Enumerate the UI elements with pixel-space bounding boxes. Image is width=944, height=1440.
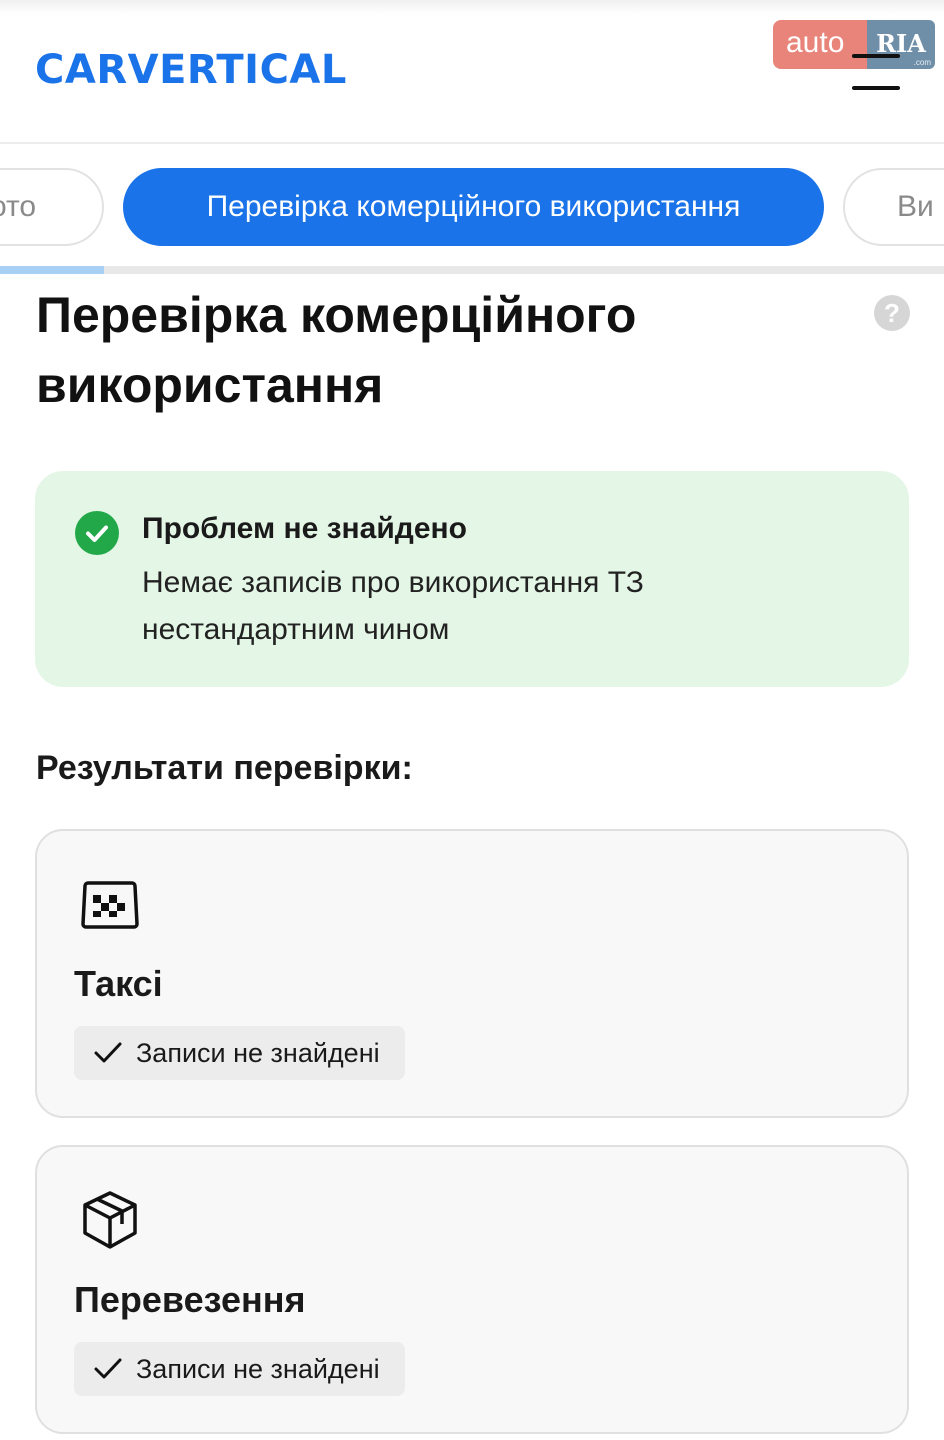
carvertical-logo[interactable]: CARVERTICAL: [35, 46, 347, 94]
result-card-taxi: Таксі Записи не знайдені: [35, 829, 909, 1118]
tabs-scroll-progress-fill: [0, 266, 104, 274]
tab-next[interactable]: Ви: [843, 168, 944, 246]
result-card-cargo: Перевезення Записи не знайдені: [35, 1145, 909, 1434]
header-shadow: [0, 0, 944, 14]
tabs-scroll-progress: [0, 266, 944, 274]
tab-commercial-use[interactable]: Перевірка комерційного використання: [123, 168, 824, 246]
check-icon: [94, 1040, 122, 1066]
check-circle-icon: [75, 511, 119, 555]
status-card: Проблем не знайдено Немає записів про ви…: [35, 471, 909, 687]
status-chip: Записи не знайдені: [74, 1026, 405, 1080]
status-description: Немає записів про використання ТЗ нестан…: [142, 566, 644, 646]
status-chip-label: Записи не знайдені: [136, 1038, 380, 1068]
section-tabs: ото Перевірка комерційного використання …: [0, 146, 944, 270]
tab-photo[interactable]: ото: [0, 168, 104, 246]
app-header: CARVERTICAL auto RIA .com: [0, 0, 944, 144]
watermark-com: .com: [913, 58, 931, 67]
tab-next-label: Ви: [897, 190, 934, 223]
hamburger-menu-icon[interactable]: [852, 54, 900, 90]
status-chip: Записи не знайдені: [74, 1342, 405, 1396]
tab-photo-label: ото: [0, 190, 37, 223]
status-title: Проблем не знайдено: [142, 512, 467, 545]
page-title: Перевірка комерційного використання: [36, 287, 637, 413]
package-icon: [79, 1189, 141, 1251]
taxi-icon: [79, 873, 141, 935]
check-icon: [94, 1356, 122, 1382]
question-circle-icon[interactable]: ?: [874, 295, 910, 331]
status-chip-label: Записи не знайдені: [136, 1354, 380, 1384]
results-heading: Результати перевірки:: [36, 749, 413, 787]
card-title: Таксі: [74, 963, 163, 1004]
tab-commercial-use-label: Перевірка комерційного використання: [206, 190, 741, 223]
card-title: Перевезення: [74, 1279, 306, 1320]
